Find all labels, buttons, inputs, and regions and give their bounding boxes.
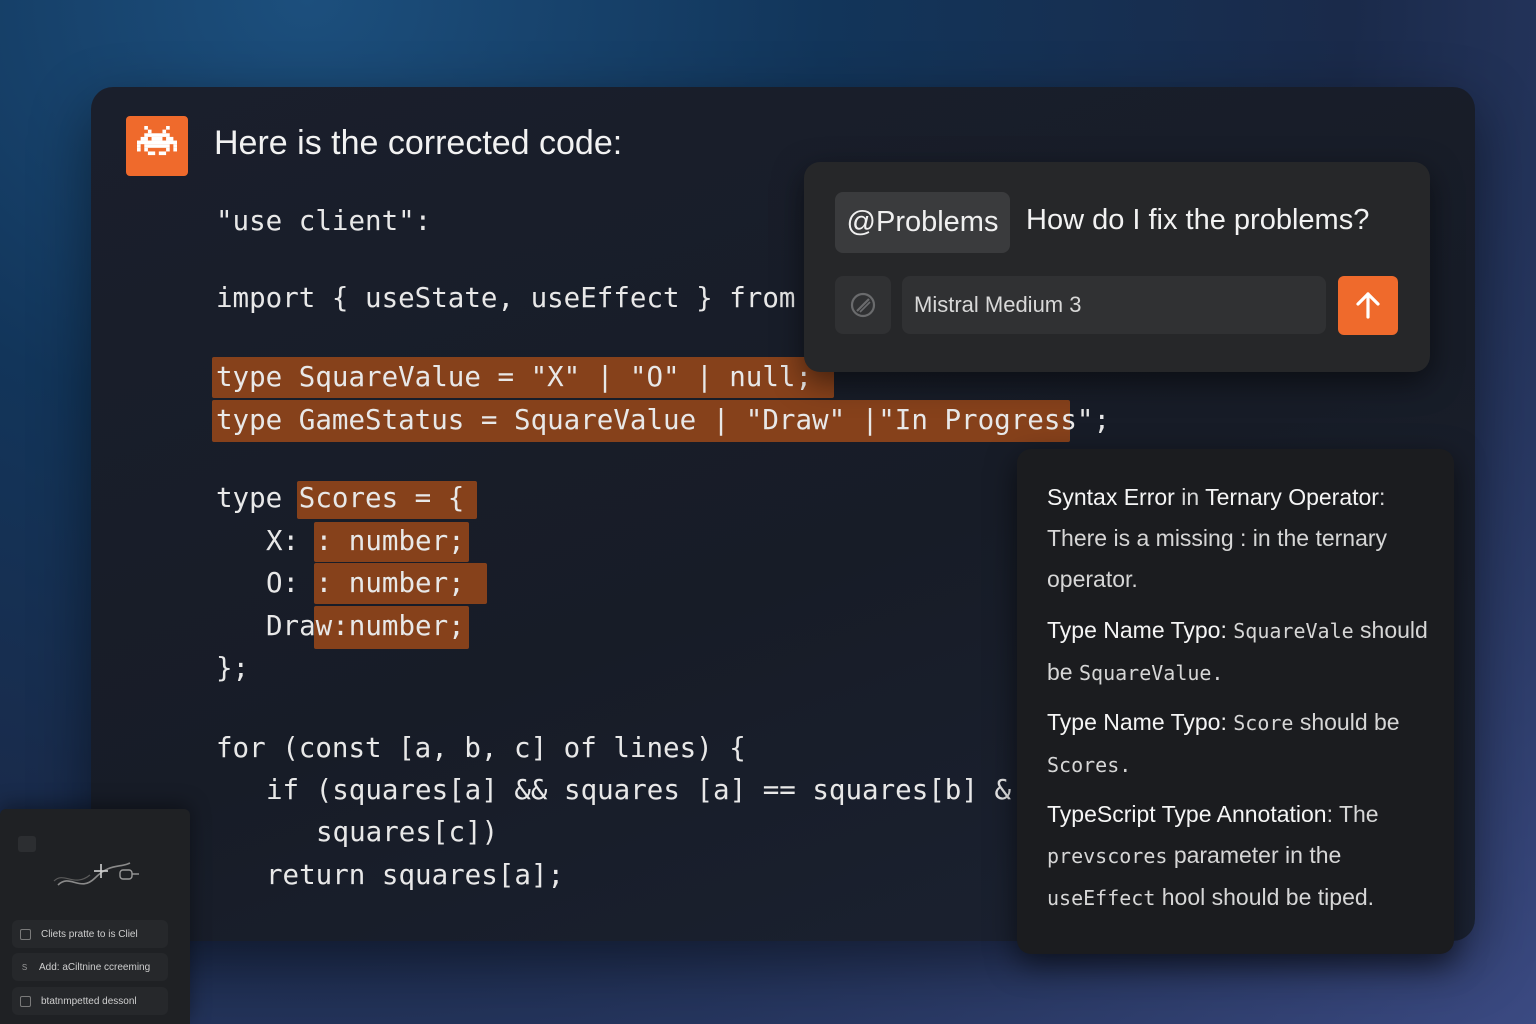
attach-disabled-icon <box>850 292 876 318</box>
chat-question-text[interactable]: How do I fix the problems? <box>1026 204 1369 237</box>
mini-list-item[interactable]: Cliets pratte to is Cliel <box>12 920 168 948</box>
problem-item: Syntax Error in Ternary Operator: There … <box>1047 477 1437 600</box>
code-line: "use client": <box>216 205 432 237</box>
problem-text: : The <box>1326 801 1379 827</box>
problem-title: Ternary Operator <box>1205 484 1379 510</box>
mini-list-item[interactable]: btatnmpetted dessonl <box>12 987 168 1015</box>
assistant-heading: Here is the corrected code: <box>214 124 623 162</box>
problem-code: prevscores <box>1047 844 1168 868</box>
problem-item: TypeScript Type Annotation: The prevscor… <box>1047 794 1437 919</box>
code-line: import { useState, useEffect } from <box>216 282 796 314</box>
problem-title: Type Name Typo: <box>1047 709 1227 735</box>
mini-list-item[interactable]: S Add: aCiltnine ccreeming <box>12 953 168 981</box>
document-icon <box>20 928 31 940</box>
problem-text: : <box>1378 484 1386 510</box>
problem-title: Syntax Error <box>1047 484 1175 510</box>
squiggle-icon: S <box>21 962 28 972</box>
problem-title: Type Name Typo: <box>1047 617 1227 643</box>
problem-item: Type Name Typo: SquareVale should be Squ… <box>1047 610 1437 694</box>
attach-button[interactable] <box>835 276 891 334</box>
code-line: for (const [a, b, c] of lines) { <box>216 732 746 764</box>
arrow-up-icon <box>1356 292 1380 319</box>
problems-mention-chip[interactable]: @Problems <box>835 192 1010 253</box>
problem-code: Score <box>1233 711 1294 735</box>
document-icon <box>20 995 31 1007</box>
send-button[interactable] <box>1338 276 1398 335</box>
model-selector[interactable]: Mistral Medium 3 <box>902 276 1326 334</box>
problem-text: should be <box>1299 709 1400 735</box>
code-line: X: : number; <box>266 525 465 557</box>
code-line: type Scores = { <box>216 482 465 514</box>
code-line: if (squares[a] && squares [a] == squares… <box>266 774 1012 806</box>
problem-code: useEffect <box>1047 886 1156 910</box>
code-line: Draw:number; <box>266 610 465 642</box>
problem-code: SquareValue. <box>1078 661 1224 685</box>
problem-item: Type Name Typo: Score should be Scores. <box>1047 702 1437 786</box>
code-line: }; <box>216 652 250 684</box>
mini-item-label: Add: aCiltnine ccreeming <box>39 961 151 973</box>
space-invader-icon <box>126 116 188 176</box>
problem-code: SquareVale <box>1233 619 1354 643</box>
code-line: squares[c]) <box>316 816 499 848</box>
problems-panel: Syntax Error in Ternary Operator: There … <box>1017 449 1454 954</box>
mini-item-label: btatnmpetted dessonl <box>41 995 137 1007</box>
problem-title: TypeScript Type Annotation <box>1047 801 1327 827</box>
problem-text: in <box>1174 484 1206 510</box>
code-line: O: : number; <box>266 567 465 599</box>
connector-illustration-icon <box>53 862 139 886</box>
code-line: return squares[a]; <box>266 859 565 891</box>
mini-suggestions-panel: Cliets pratte to is Cliel S Add: aCiltni… <box>0 809 190 1024</box>
code-line: type SquareValue = "X" | "O" | null; <box>216 361 813 393</box>
chat-input-panel: @Problems How do I fix the problems? Mis… <box>804 162 1430 372</box>
problem-text: There is a missing : in the ternary oper… <box>1047 525 1388 592</box>
problem-text: hool should be tiped. <box>1161 884 1375 910</box>
mini-item-label: Cliets pratte to is Cliel <box>41 928 138 940</box>
code-line: type GameStatus = SquareValue | "Draw" |… <box>216 404 1111 436</box>
panel-handle <box>18 836 36 852</box>
problem-text: parameter in the <box>1173 842 1342 868</box>
problem-code: Scores. <box>1047 753 1132 777</box>
